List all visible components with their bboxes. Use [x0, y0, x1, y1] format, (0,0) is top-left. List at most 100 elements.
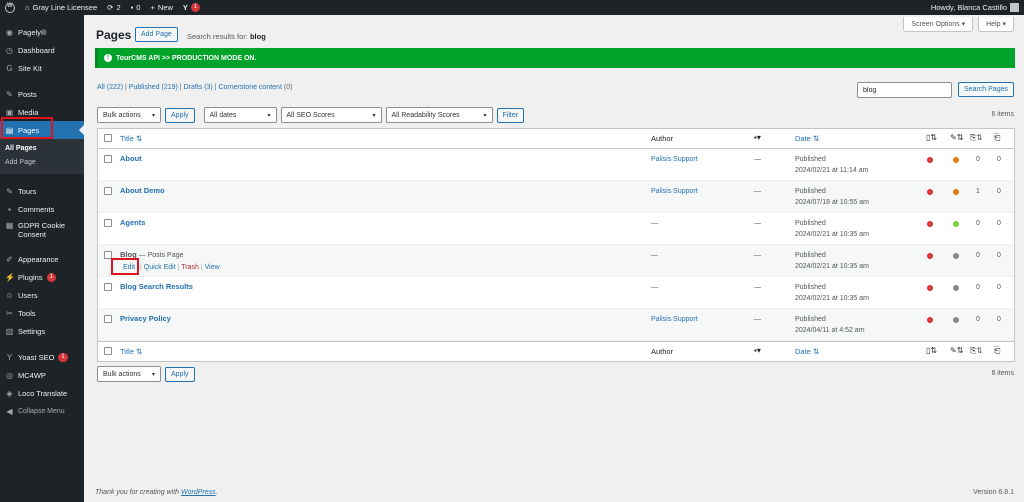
row-title-link[interactable]: Agents	[120, 218, 145, 227]
row-checkbox[interactable]	[104, 283, 112, 291]
sidebar-item-yoast[interactable]: Y Yoast SEO 1	[0, 348, 84, 366]
sidebar-item-pagely[interactable]: ◉ Pagely®	[0, 23, 84, 41]
row-title-link[interactable]: About Demo	[120, 186, 165, 195]
sidebar-item-sitekit[interactable]: G Site Kit	[0, 59, 84, 77]
readability-column-icon[interactable]: ✎⇅	[950, 133, 963, 142]
apply-button-bottom[interactable]: Apply	[165, 366, 195, 382]
row-title-link[interactable]: About	[120, 154, 142, 163]
row-checkbox[interactable]	[104, 219, 112, 227]
media-icon: ▣	[5, 107, 14, 117]
view-link[interactable]: View	[205, 264, 220, 271]
row-author[interactable]: Palisis Support	[651, 316, 698, 323]
select-all-checkbox[interactable]	[104, 134, 112, 142]
yoast-icon: Y	[6, 352, 13, 362]
row-outgoing-links: 0	[976, 156, 980, 163]
row-checkbox[interactable]	[104, 315, 112, 323]
comments-column-icon[interactable]: ▪▾	[754, 346, 761, 355]
users-icon: ☺	[5, 290, 14, 300]
row-author[interactable]: Palisis Support	[651, 188, 698, 195]
row-title-cell: Blog Search Results	[120, 282, 193, 291]
sidebar-item-mc4wp[interactable]: ◎ MC4WP	[0, 366, 84, 384]
search-pages-button[interactable]: Search Pages	[958, 82, 1014, 97]
sidebar-item-dashboard[interactable]: ◷ Dashboard	[0, 41, 84, 59]
pages-submenu: All Pages Add Page	[0, 139, 84, 174]
row-author[interactable]: Palisis Support	[651, 156, 698, 163]
quick-edit-link[interactable]: Quick Edit	[144, 264, 176, 271]
date-column-sort[interactable]: Date ⇅	[795, 134, 819, 143]
row-title-cell: About	[120, 154, 142, 163]
collapse-menu-button[interactable]: ◀ Collapse Menu	[0, 402, 84, 420]
comments-link[interactable]: ▪ 0	[126, 0, 146, 15]
add-page-button[interactable]: Add Page	[135, 27, 178, 42]
site-name-link[interactable]: ⌂ Gray Line Licensee	[20, 0, 102, 15]
row-title-link[interactable]: Privacy Policy	[120, 314, 171, 323]
row-title-link[interactable]: Blog Search Results	[120, 282, 193, 291]
row-outgoing-links: 1	[976, 188, 980, 195]
comments-column-icon[interactable]: ▪▾	[754, 133, 761, 142]
pin-icon: ✎	[6, 89, 13, 99]
readability-select[interactable]: All Readability Scores ▾	[385, 107, 493, 123]
sidebar-item-loco[interactable]: ◈ Loco Translate	[0, 384, 84, 402]
wp-logo-menu[interactable]	[0, 0, 20, 15]
sidebar-item-tools[interactable]: ✂ Tools	[0, 304, 84, 322]
outgoing-links-column-icon[interactable]: ⎘⇅	[970, 346, 983, 356]
seo-score-dot	[927, 285, 933, 291]
incoming-links-column-icon[interactable]: ⎗	[994, 133, 1000, 143]
title-column-sort[interactable]: Title ⇅	[120, 134, 142, 143]
gdpr-icon: ▦	[5, 221, 14, 230]
tablenav-top: Bulk actions ▾ Apply All dates ▾ All SEO S…	[97, 107, 525, 123]
sidebar-item-comments[interactable]: ▪ Comments	[0, 200, 84, 218]
readability-score-dot	[953, 221, 959, 227]
submenu-add-page[interactable]: Add Page	[0, 156, 84, 170]
wordpress-link[interactable]: WordPress	[181, 489, 216, 496]
dates-select[interactable]: All dates ▾	[203, 107, 277, 123]
view-cornerstone-link[interactable]: Cornerstone content (0)	[218, 84, 292, 91]
outgoing-links-column-icon[interactable]: ⎘⇅	[970, 133, 983, 143]
apply-button[interactable]: Apply	[165, 107, 195, 123]
screen-options-button[interactable]: Screen Options ▾	[903, 17, 974, 32]
sidebar-item-plugins[interactable]: ⚡ Plugins 1	[0, 268, 84, 286]
row-checkbox[interactable]	[104, 155, 112, 163]
trash-link[interactable]: Trash	[181, 264, 199, 271]
submenu-all-pages[interactable]: All Pages	[0, 142, 84, 156]
collapse-icon: ◀	[6, 406, 13, 416]
comment-bubble-icon: ▪	[130, 3, 134, 12]
yoast-adminbar-link[interactable]: Y1	[178, 0, 205, 15]
bulk-actions-select[interactable]: Bulk actions ▾	[97, 107, 161, 123]
sidebar-item-settings[interactable]: ▥ Settings	[0, 322, 84, 340]
sidebar-item-gdpr[interactable]: ▦ GDPR Cookie Consent	[0, 218, 84, 242]
sidebar-item-posts[interactable]: ✎ Posts	[0, 85, 84, 103]
table-row: Blog — Posts Page Edit | Quick Edit | Tr…	[98, 245, 1014, 277]
view-all-link[interactable]: All (222)	[97, 84, 123, 91]
row-checkbox[interactable]	[104, 187, 112, 195]
view-drafts-link[interactable]: Drafts (3)	[184, 84, 213, 91]
row-date: Published 2024/04/11 at 4:52 am	[795, 316, 865, 334]
new-content-link[interactable]: + New	[145, 0, 177, 15]
sidebar-item-appearance[interactable]: ✐ Appearance	[0, 250, 84, 268]
filter-button[interactable]: Filter	[496, 107, 525, 123]
seo-score-column-icon[interactable]: ▯⇅	[926, 346, 937, 355]
incoming-links-column-icon[interactable]: ⎗	[994, 346, 1000, 356]
yoast-notification-badge: 1	[190, 3, 201, 12]
select-all-checkbox-footer[interactable]	[104, 347, 112, 355]
bulk-actions-select-bottom[interactable]: Bulk actions ▾	[97, 366, 161, 382]
sidebar-item-tours[interactable]: ✎ Tours	[0, 182, 84, 200]
seo-score-column-icon[interactable]: ▯⇅	[926, 133, 937, 142]
pagely-icon: ◉	[6, 27, 13, 37]
search-input[interactable]	[857, 82, 953, 98]
updates-link[interactable]: ⟳ 2	[102, 0, 125, 15]
view-published-link[interactable]: Published (219)	[129, 84, 178, 91]
sidebar-item-users[interactable]: ☺ Users	[0, 286, 84, 304]
my-account-link[interactable]: Howdy, Blanca Castillo	[926, 0, 1024, 15]
row-comments: —	[754, 316, 761, 323]
table-footer: Title ⇅ Author ▪▾ Date ⇅ ▯⇅ ✎⇅ ⎘⇅ ⎗	[98, 341, 1014, 361]
sort-icon: ⇅	[135, 347, 143, 356]
table-row: About Demo Palisis Support — Published 20…	[98, 181, 1014, 213]
row-outgoing-links: 0	[976, 252, 980, 259]
readability-score-dot	[953, 189, 959, 195]
title-column-sort-footer[interactable]: Title ⇅	[120, 347, 142, 356]
date-column-sort-footer[interactable]: Date ⇅	[795, 347, 819, 356]
seo-score-select[interactable]: All SEO Scores ▾	[280, 107, 382, 123]
help-button[interactable]: Help ▾	[978, 17, 1014, 32]
readability-column-icon[interactable]: ✎⇅	[950, 346, 963, 355]
